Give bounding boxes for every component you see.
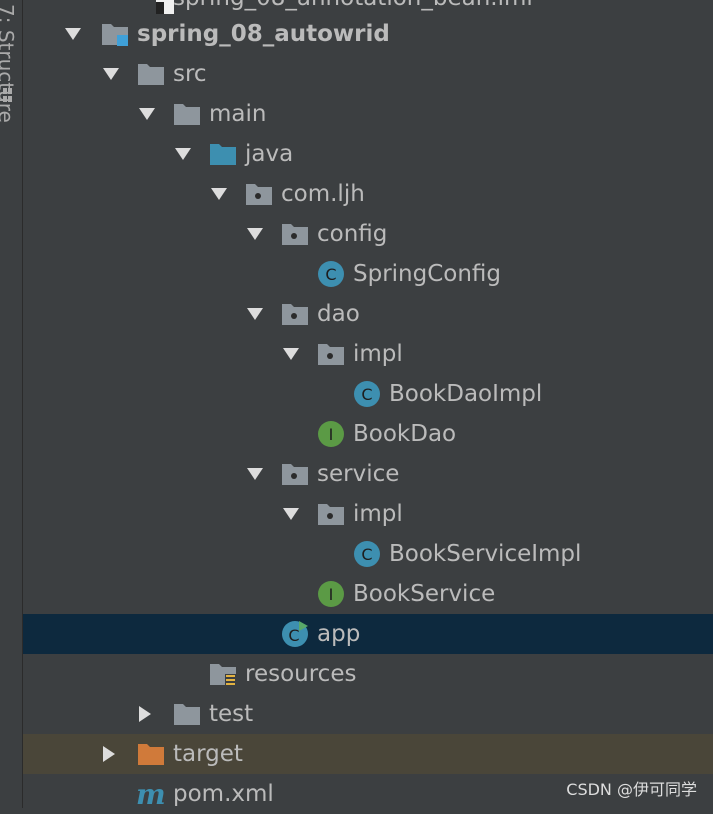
svg-text:C: C: [361, 385, 372, 404]
package-icon: [318, 504, 344, 525]
tree-row-target[interactable]: target: [23, 734, 713, 774]
tree-label: BookDao: [353, 421, 457, 447]
tree-row-module[interactable]: spring_08_autowrid: [23, 14, 713, 54]
expand-arrow-icon[interactable]: [175, 146, 191, 162]
tree-label: java: [245, 141, 294, 167]
collapsed-arrow-icon[interactable]: [137, 706, 153, 722]
class-icon: C: [354, 381, 380, 407]
runnable-class-icon: C: [282, 621, 308, 647]
package-icon: [246, 184, 272, 205]
tree-row-class[interactable]: C BookDaoImpl: [23, 374, 713, 414]
package-icon: [282, 304, 308, 325]
svg-text:C: C: [361, 545, 372, 564]
svg-text:C: C: [288, 626, 299, 645]
expand-arrow-icon[interactable]: [211, 186, 227, 202]
tree-row-main[interactable]: main: [23, 94, 713, 134]
tree-row-package[interactable]: impl: [23, 494, 713, 534]
tree-row-package[interactable]: impl: [23, 334, 713, 374]
tree-label: service: [317, 461, 400, 487]
expand-arrow-icon[interactable]: [139, 106, 155, 122]
svg-text:C: C: [325, 265, 336, 284]
tree-label: spring_08_autowrid: [137, 21, 390, 47]
tree-label: BookServiceImpl: [389, 541, 582, 567]
structure-grid-icon: [3, 88, 12, 102]
tree-label: BookDaoImpl: [389, 381, 543, 407]
maven-icon: m: [136, 780, 166, 808]
package-icon: [282, 224, 308, 245]
package-icon: [282, 464, 308, 485]
expand-arrow-icon[interactable]: [103, 66, 119, 82]
tree-label: src: [173, 61, 207, 87]
tree-row-interface[interactable]: I BookService: [23, 574, 713, 614]
tree-label: app: [317, 621, 361, 647]
expand-arrow-icon[interactable]: [65, 26, 81, 42]
tree-label: config: [317, 221, 388, 247]
excluded-folder-icon: [138, 744, 164, 765]
project-tree: spring_08_annotation_bean.iml spring_08_…: [23, 0, 713, 808]
resources-folder-icon: [210, 664, 236, 686]
module-folder-icon: [102, 24, 128, 46]
tree-row-src[interactable]: src: [23, 54, 713, 94]
collapsed-arrow-icon[interactable]: [101, 746, 117, 762]
watermark: CSDN @伊可同学: [566, 780, 697, 799]
tree-row-java[interactable]: java: [23, 134, 713, 174]
class-icon: C: [354, 541, 380, 567]
source-folder-icon: [210, 144, 236, 165]
package-icon: [318, 344, 344, 365]
svg-text:I: I: [329, 585, 334, 604]
expand-arrow-icon[interactable]: [247, 466, 263, 482]
interface-icon: I: [318, 581, 344, 607]
tree-row-app-selected[interactable]: C app: [23, 614, 713, 654]
tree-row-test[interactable]: test: [23, 694, 713, 734]
tree-label: main: [209, 101, 267, 127]
expand-arrow-icon[interactable]: [283, 506, 299, 522]
tree-label: BookService: [353, 581, 496, 607]
tree-label: test: [209, 701, 254, 727]
expand-arrow-icon[interactable]: [247, 306, 263, 322]
svg-text:I: I: [329, 425, 334, 444]
tree-label: com.ljh: [281, 181, 365, 207]
tree-label: target: [173, 741, 243, 767]
interface-icon: I: [318, 421, 344, 447]
tree-row-package[interactable]: service: [23, 454, 713, 494]
folder-icon: [138, 64, 164, 85]
tree-label: SpringConfig: [353, 261, 502, 287]
tree-row-package[interactable]: dao: [23, 294, 713, 334]
tree-label: impl: [353, 501, 403, 527]
tree-label: pom.xml: [173, 781, 274, 807]
tree-label: resources: [245, 661, 357, 687]
tree-label: impl: [353, 341, 403, 367]
folder-icon: [174, 704, 200, 725]
folder-icon: [174, 104, 200, 125]
class-icon: C: [318, 261, 344, 287]
svg-text:m: m: [136, 780, 166, 808]
tree-label: dao: [317, 301, 360, 327]
expand-arrow-icon[interactable]: [283, 346, 299, 362]
tree-row-interface[interactable]: I BookDao: [23, 414, 713, 454]
tree-row-class[interactable]: C BookServiceImpl: [23, 534, 713, 574]
tree-row-class[interactable]: C SpringConfig: [23, 254, 713, 294]
tree-row-package[interactable]: config: [23, 214, 713, 254]
tree-row-package[interactable]: com.ljh: [23, 174, 713, 214]
structure-tool-tab[interactable]: 7: Structure: [0, 4, 18, 123]
expand-arrow-icon[interactable]: [247, 226, 263, 242]
structure-side-strip: 7: Structure: [0, 0, 23, 808]
tree-row-resources[interactable]: resources: [23, 654, 713, 694]
